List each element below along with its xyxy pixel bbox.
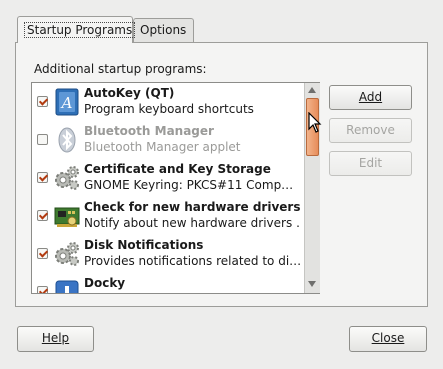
list-item-bluetooth-manager[interactable]: Bluetooth Manager Bluetooth Manager appl… [32,121,304,159]
autokey-name: AutoKey (QT) [84,86,175,100]
add-button-label: Add [358,90,383,104]
add-button[interactable]: Add [329,85,412,110]
startup-list-label: Additional startup programs: [34,62,207,76]
certificate-key-storage-description: GNOME Keyring: PKCS#11 Comp… [84,178,294,192]
certificate-key-storage-checkbox[interactable] [37,172,48,183]
mouse-pointer-icon [308,112,322,134]
list-item-autokey[interactable]: A AutoKey (QT) Program keyboard shortcut… [32,83,304,121]
docky-name: Docky [84,276,126,290]
autokey-checkbox[interactable] [37,96,48,107]
hardware-drivers-description: Notify about new hardware drivers … [84,216,300,230]
bluetooth-manager-description: Bluetooth Manager applet [84,140,241,154]
list-item-certificate-key-storage[interactable]: Certificate and Key Storage GNOME Keyrin… [32,159,304,197]
bluetooth-manager-checkbox[interactable] [37,134,48,145]
tab-options[interactable]: Options [133,18,194,43]
list-item-hardware-drivers[interactable]: Check for new hardware drivers Notify ab… [32,197,304,235]
tab-startup-programs-label: Startup Programs [24,22,136,38]
tab-startup-programs[interactable]: Startup Programs [17,16,136,43]
tab-options-label: Options [140,23,187,37]
hardware-drivers-checkbox[interactable] [37,210,48,221]
hardware-driver-icon [53,202,81,230]
remove-button-label: Remove [346,123,395,137]
scroll-down-arrow-icon[interactable] [308,281,316,287]
help-button-label: Help [41,331,70,345]
gears-icon [53,164,81,192]
close-button[interactable]: Close [349,326,427,352]
bluetooth-icon [53,126,81,154]
disk-notifications-checkbox[interactable] [37,248,48,259]
gears-icon [53,240,81,268]
list-item-docky[interactable]: Docky [32,273,304,293]
disk-notifications-name: Disk Notifications [84,238,204,252]
bluetooth-manager-name: Bluetooth Manager [84,124,214,138]
help-button[interactable]: Help [17,326,94,352]
edit-button-label: Edit [358,156,383,170]
autokey-icon: A [53,88,81,116]
hardware-drivers-name: Check for new hardware drivers [84,200,301,214]
certificate-key-storage-name: Certificate and Key Storage [84,162,271,176]
svg-text:A: A [60,94,73,112]
startup-list-label-text: Additional startup programs: [34,62,207,76]
remove-button[interactable]: Remove [329,118,412,143]
startup-programs-list[interactable]: A AutoKey (QT) Program keyboard shortcut… [31,82,320,294]
scroll-up-arrow-icon[interactable] [308,87,316,93]
edit-button[interactable]: Edit [329,151,412,176]
disk-notifications-description: Provides notifications related to di… [84,254,300,268]
autokey-description: Program keyboard shortcuts [84,102,254,116]
list-item-disk-notifications[interactable]: Disk Notifications Provides notification… [32,235,304,273]
docky-checkbox[interactable] [37,286,48,293]
close-button-label: Close [371,331,405,345]
docky-icon [53,278,81,293]
